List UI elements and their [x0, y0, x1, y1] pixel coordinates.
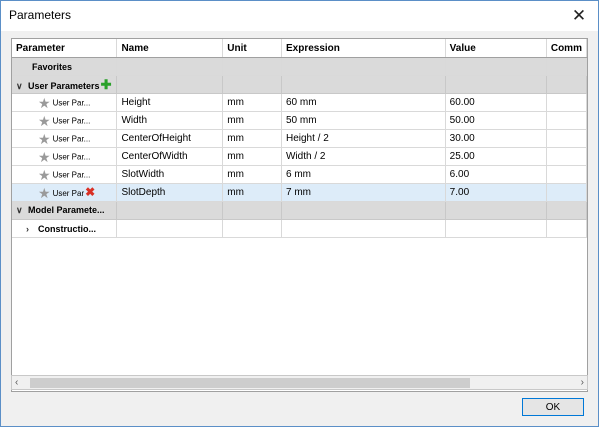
construction-label: Constructio... — [38, 223, 96, 234]
param-expression[interactable]: 50 mm — [281, 111, 446, 130]
param-expression[interactable]: Width / 2 — [281, 147, 446, 166]
model-parameters-group-row[interactable]: ∨ Model Paramete... — [12, 201, 587, 220]
construction-row[interactable]: › Constructio... — [12, 219, 587, 238]
scroll-left-icon[interactable]: ‹ — [15, 376, 18, 390]
horizontal-scrollbar[interactable]: ‹ › — [11, 375, 588, 390]
param-unit[interactable]: mm — [222, 165, 282, 184]
star-icon[interactable]: ★ — [38, 168, 51, 182]
chevron-down-icon[interactable]: ∨ — [16, 205, 28, 216]
param-name[interactable]: CenterOfWidth — [116, 147, 224, 166]
param-value: 50.00 — [445, 111, 547, 130]
col-header-unit[interactable]: Unit — [222, 39, 282, 58]
table-row[interactable]: ★ User Par... SlotWidth mm 6 mm 6.00 — [12, 165, 587, 184]
plus-icon[interactable]: ✚ — [101, 77, 112, 92]
param-type: User Par... — [52, 152, 91, 161]
param-type: User Par... — [52, 134, 91, 143]
param-comment[interactable] — [546, 111, 587, 130]
favorites-row[interactable]: Favorites — [12, 57, 587, 76]
param-type: User Par — [52, 188, 85, 198]
star-icon[interactable]: ★ — [38, 96, 51, 110]
param-unit[interactable]: mm — [222, 183, 282, 202]
parameters-table: Parameter Name Unit Expression Value Com… — [11, 38, 588, 392]
star-icon[interactable]: ★ — [38, 132, 51, 146]
param-unit[interactable]: mm — [222, 129, 282, 148]
param-expression[interactable]: Height / 2 — [281, 129, 446, 148]
table-row[interactable]: ★ User Par... Width mm 50 mm 50.00 — [12, 111, 587, 130]
param-name[interactable]: Height — [116, 93, 224, 112]
table-header: Parameter Name Unit Expression Value Com… — [12, 39, 587, 58]
param-value: 60.00 — [445, 93, 547, 112]
param-type: User Par... — [52, 170, 91, 179]
user-parameters-group-row[interactable]: ∨ User Parameters✚ — [12, 75, 587, 94]
col-header-expression[interactable]: Expression — [281, 39, 446, 58]
close-icon[interactable]: ✕ — [568, 5, 590, 27]
scroll-right-icon[interactable]: › — [581, 376, 584, 390]
param-expression[interactable]: 7 mm — [281, 183, 446, 202]
ok-button[interactable]: OK — [522, 398, 584, 416]
param-name[interactable]: Width — [116, 111, 224, 130]
col-header-value[interactable]: Value — [445, 39, 547, 58]
window-title: Parameters — [9, 8, 72, 22]
col-header-comment[interactable]: Comm — [546, 39, 587, 58]
param-unit[interactable]: mm — [222, 93, 282, 112]
param-comment[interactable] — [546, 129, 587, 148]
param-value: 25.00 — [445, 147, 547, 166]
scroll-thumb[interactable] — [30, 378, 470, 388]
table-row[interactable]: ★ User Par... Height mm 60 mm 60.00 — [12, 93, 587, 112]
param-value: 7.00 — [445, 183, 547, 202]
param-comment[interactable] — [546, 147, 587, 166]
chevron-down-icon[interactable]: ∨ — [16, 81, 28, 92]
col-header-parameter[interactable]: Parameter — [12, 39, 118, 58]
chevron-right-icon[interactable]: › — [26, 224, 38, 234]
model-parameters-label: Model Paramete... — [28, 205, 105, 215]
param-type: User Par... — [52, 116, 91, 125]
table-row-selected[interactable]: ★ User Par✖ SlotDepth mm 7 mm 7.00 — [12, 183, 587, 202]
param-value: 30.00 — [445, 129, 547, 148]
table-row[interactable]: ★ User Par... CenterOfWidth mm Width / 2 … — [12, 147, 587, 166]
star-icon[interactable]: ★ — [38, 150, 51, 164]
x-icon[interactable]: ✖ — [85, 185, 95, 199]
user-parameters-label: User Parameters — [28, 80, 100, 91]
param-unit[interactable]: mm — [222, 147, 282, 166]
favorites-label: Favorites — [32, 61, 73, 72]
star-icon[interactable]: ★ — [38, 114, 51, 128]
param-name[interactable]: CenterOfHeight — [116, 129, 224, 148]
param-name[interactable]: SlotWidth — [116, 165, 224, 184]
star-icon[interactable]: ★ — [38, 186, 51, 200]
parameters-dialog: Parameters ✕ Parameter Name Unit Express… — [0, 0, 599, 427]
param-unit[interactable]: mm — [222, 111, 282, 130]
param-expression[interactable]: 6 mm — [281, 165, 446, 184]
param-type: User Par... — [52, 98, 91, 107]
param-value: 6.00 — [445, 165, 547, 184]
param-comment[interactable] — [546, 165, 587, 184]
table-row[interactable]: ★ User Par... CenterOfHeight mm Height / … — [12, 129, 587, 148]
title-bar: Parameters ✕ — [1, 1, 598, 31]
param-comment[interactable] — [546, 183, 587, 202]
param-name[interactable]: SlotDepth — [116, 183, 224, 202]
param-comment[interactable] — [546, 93, 587, 112]
col-header-name[interactable]: Name — [116, 39, 224, 58]
param-expression[interactable]: 60 mm — [281, 93, 446, 112]
